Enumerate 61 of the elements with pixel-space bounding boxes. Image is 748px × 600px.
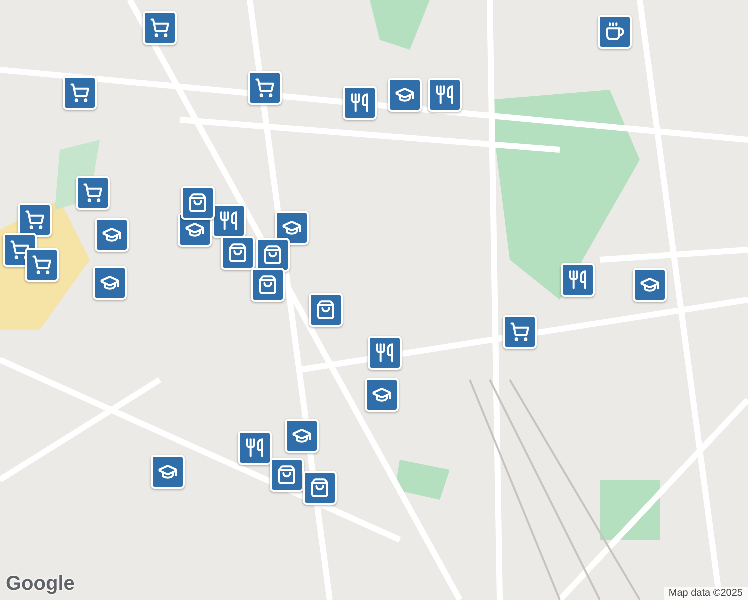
map-marker[interactable] [238, 431, 272, 465]
map-marker[interactable] [76, 176, 110, 210]
shopping-cart-icon [83, 183, 103, 203]
graduation-cap-icon [640, 275, 660, 295]
graduation-cap-icon [292, 426, 312, 446]
fork-knife-icon [435, 85, 455, 105]
shopping-bag-icon [277, 465, 297, 485]
map-marker[interactable] [343, 86, 377, 120]
shopping-cart-icon [32, 255, 52, 275]
coffee-cup-icon [605, 22, 625, 42]
shopping-bag-icon [228, 243, 248, 263]
map-marker[interactable] [143, 11, 177, 45]
map-logo: Google [6, 573, 75, 596]
map-marker[interactable] [251, 268, 285, 302]
fork-knife-icon [219, 211, 239, 231]
map-marker[interactable] [275, 211, 309, 245]
shopping-cart-icon [255, 78, 275, 98]
shopping-cart-icon [150, 18, 170, 38]
map-marker[interactable] [303, 471, 337, 505]
map-marker[interactable] [95, 218, 129, 252]
map-marker[interactable] [388, 78, 422, 112]
map-marker[interactable] [561, 263, 595, 297]
shopping-bag-icon [258, 275, 278, 295]
map-marker[interactable] [285, 419, 319, 453]
fork-knife-icon [245, 438, 265, 458]
graduation-cap-icon [372, 385, 392, 405]
fork-knife-icon [375, 343, 395, 363]
shopping-bag-icon [316, 300, 336, 320]
map-marker[interactable] [503, 315, 537, 349]
map-marker[interactable] [633, 268, 667, 302]
map-marker[interactable] [18, 203, 52, 237]
graduation-cap-icon [102, 225, 122, 245]
map-marker[interactable] [63, 76, 97, 110]
shopping-bag-icon [263, 245, 283, 265]
map-marker[interactable] [270, 458, 304, 492]
graduation-cap-icon [282, 218, 302, 238]
shopping-cart-icon [510, 322, 530, 342]
graduation-cap-icon [100, 273, 120, 293]
graduation-cap-icon [395, 85, 415, 105]
shopping-bag-icon [310, 478, 330, 498]
map-marker[interactable] [256, 238, 290, 272]
map-marker[interactable] [365, 378, 399, 412]
fork-knife-icon [568, 270, 588, 290]
map-marker[interactable] [598, 15, 632, 49]
map-marker[interactable] [181, 186, 215, 220]
map-marker[interactable] [309, 293, 343, 327]
map-marker[interactable] [151, 455, 185, 489]
graduation-cap-icon [158, 462, 178, 482]
map-marker[interactable] [221, 236, 255, 270]
map-marker[interactable] [25, 248, 59, 282]
map-marker[interactable] [212, 204, 246, 238]
map-marker[interactable] [368, 336, 402, 370]
shopping-cart-icon [25, 210, 45, 230]
map-marker[interactable] [93, 266, 127, 300]
map-attribution: Map data ©2025 [664, 587, 748, 600]
map-marker[interactable] [428, 78, 462, 112]
shopping-cart-icon [70, 83, 90, 103]
fork-knife-icon [350, 93, 370, 113]
map-marker[interactable] [248, 71, 282, 105]
shopping-bag-icon [188, 193, 208, 213]
graduation-cap-icon [185, 220, 205, 240]
